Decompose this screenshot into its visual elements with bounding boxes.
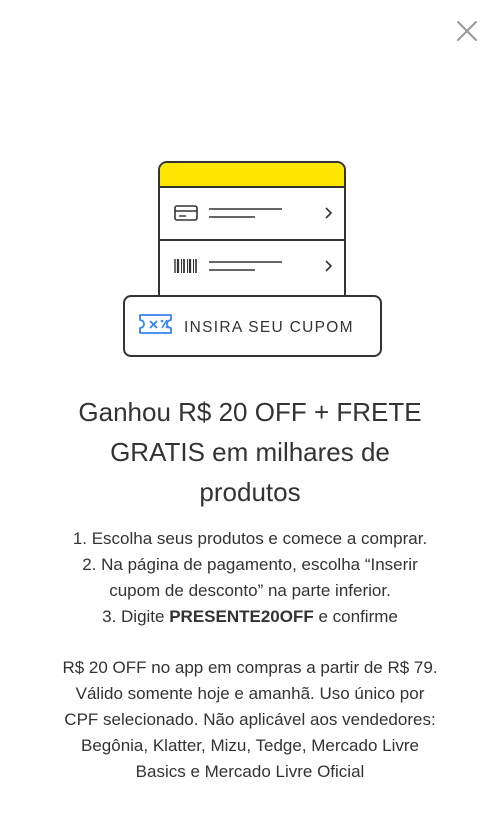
coupon-code: PRESENTE20OFF	[169, 607, 314, 626]
step-suffix: e confirme	[313, 607, 398, 626]
instruction-step: 1. Escolha seus produtos e comece a comp…	[72, 529, 428, 548]
terms-line: Válido somente hoje e amanhã. Uso único …	[75, 684, 425, 703]
title-line: produtos	[199, 477, 301, 507]
terms-text: R$ 20 OFF no app em compras a partir de …	[0, 655, 500, 785]
title-line: GRATIS em milhares de	[110, 437, 390, 467]
yellow-header-band	[160, 163, 344, 187]
step-prefix: 3. Digite	[102, 607, 170, 626]
instruction-step: 3. Digite PRESENTE20OFF e confirme	[0, 604, 500, 630]
instructions-list: 1. Escolha seus produtos e comece a comp…	[0, 526, 500, 630]
terms-line: R$ 20 OFF no app em compras a partir de …	[62, 658, 438, 677]
terms-line: Begônia, Klatter, Mizu, Tedge, Mercado L…	[81, 736, 419, 755]
terms-line: Basics e Mercado Livre Oficial	[135, 762, 365, 781]
instruction-step: cupom de desconto” na parte inferior.	[109, 581, 391, 600]
coupon-illustration: INSIRA SEU CUPOM	[123, 161, 382, 357]
coupon-label: INSIRA SEU CUPOM	[184, 319, 354, 336]
terms-line: CPF selecionado. Não aplicável aos vende…	[64, 710, 436, 729]
coupon-input-box: INSIRA SEU CUPOM	[123, 295, 382, 357]
title-line: Ganhou R$ 20 OFF + FRETE	[78, 397, 422, 427]
promo-title: Ganhou R$ 20 OFF + FRETE GRATIS em milha…	[0, 392, 500, 512]
instruction-step: 2. Na página de pagamento, escolha “Inse…	[82, 555, 418, 574]
